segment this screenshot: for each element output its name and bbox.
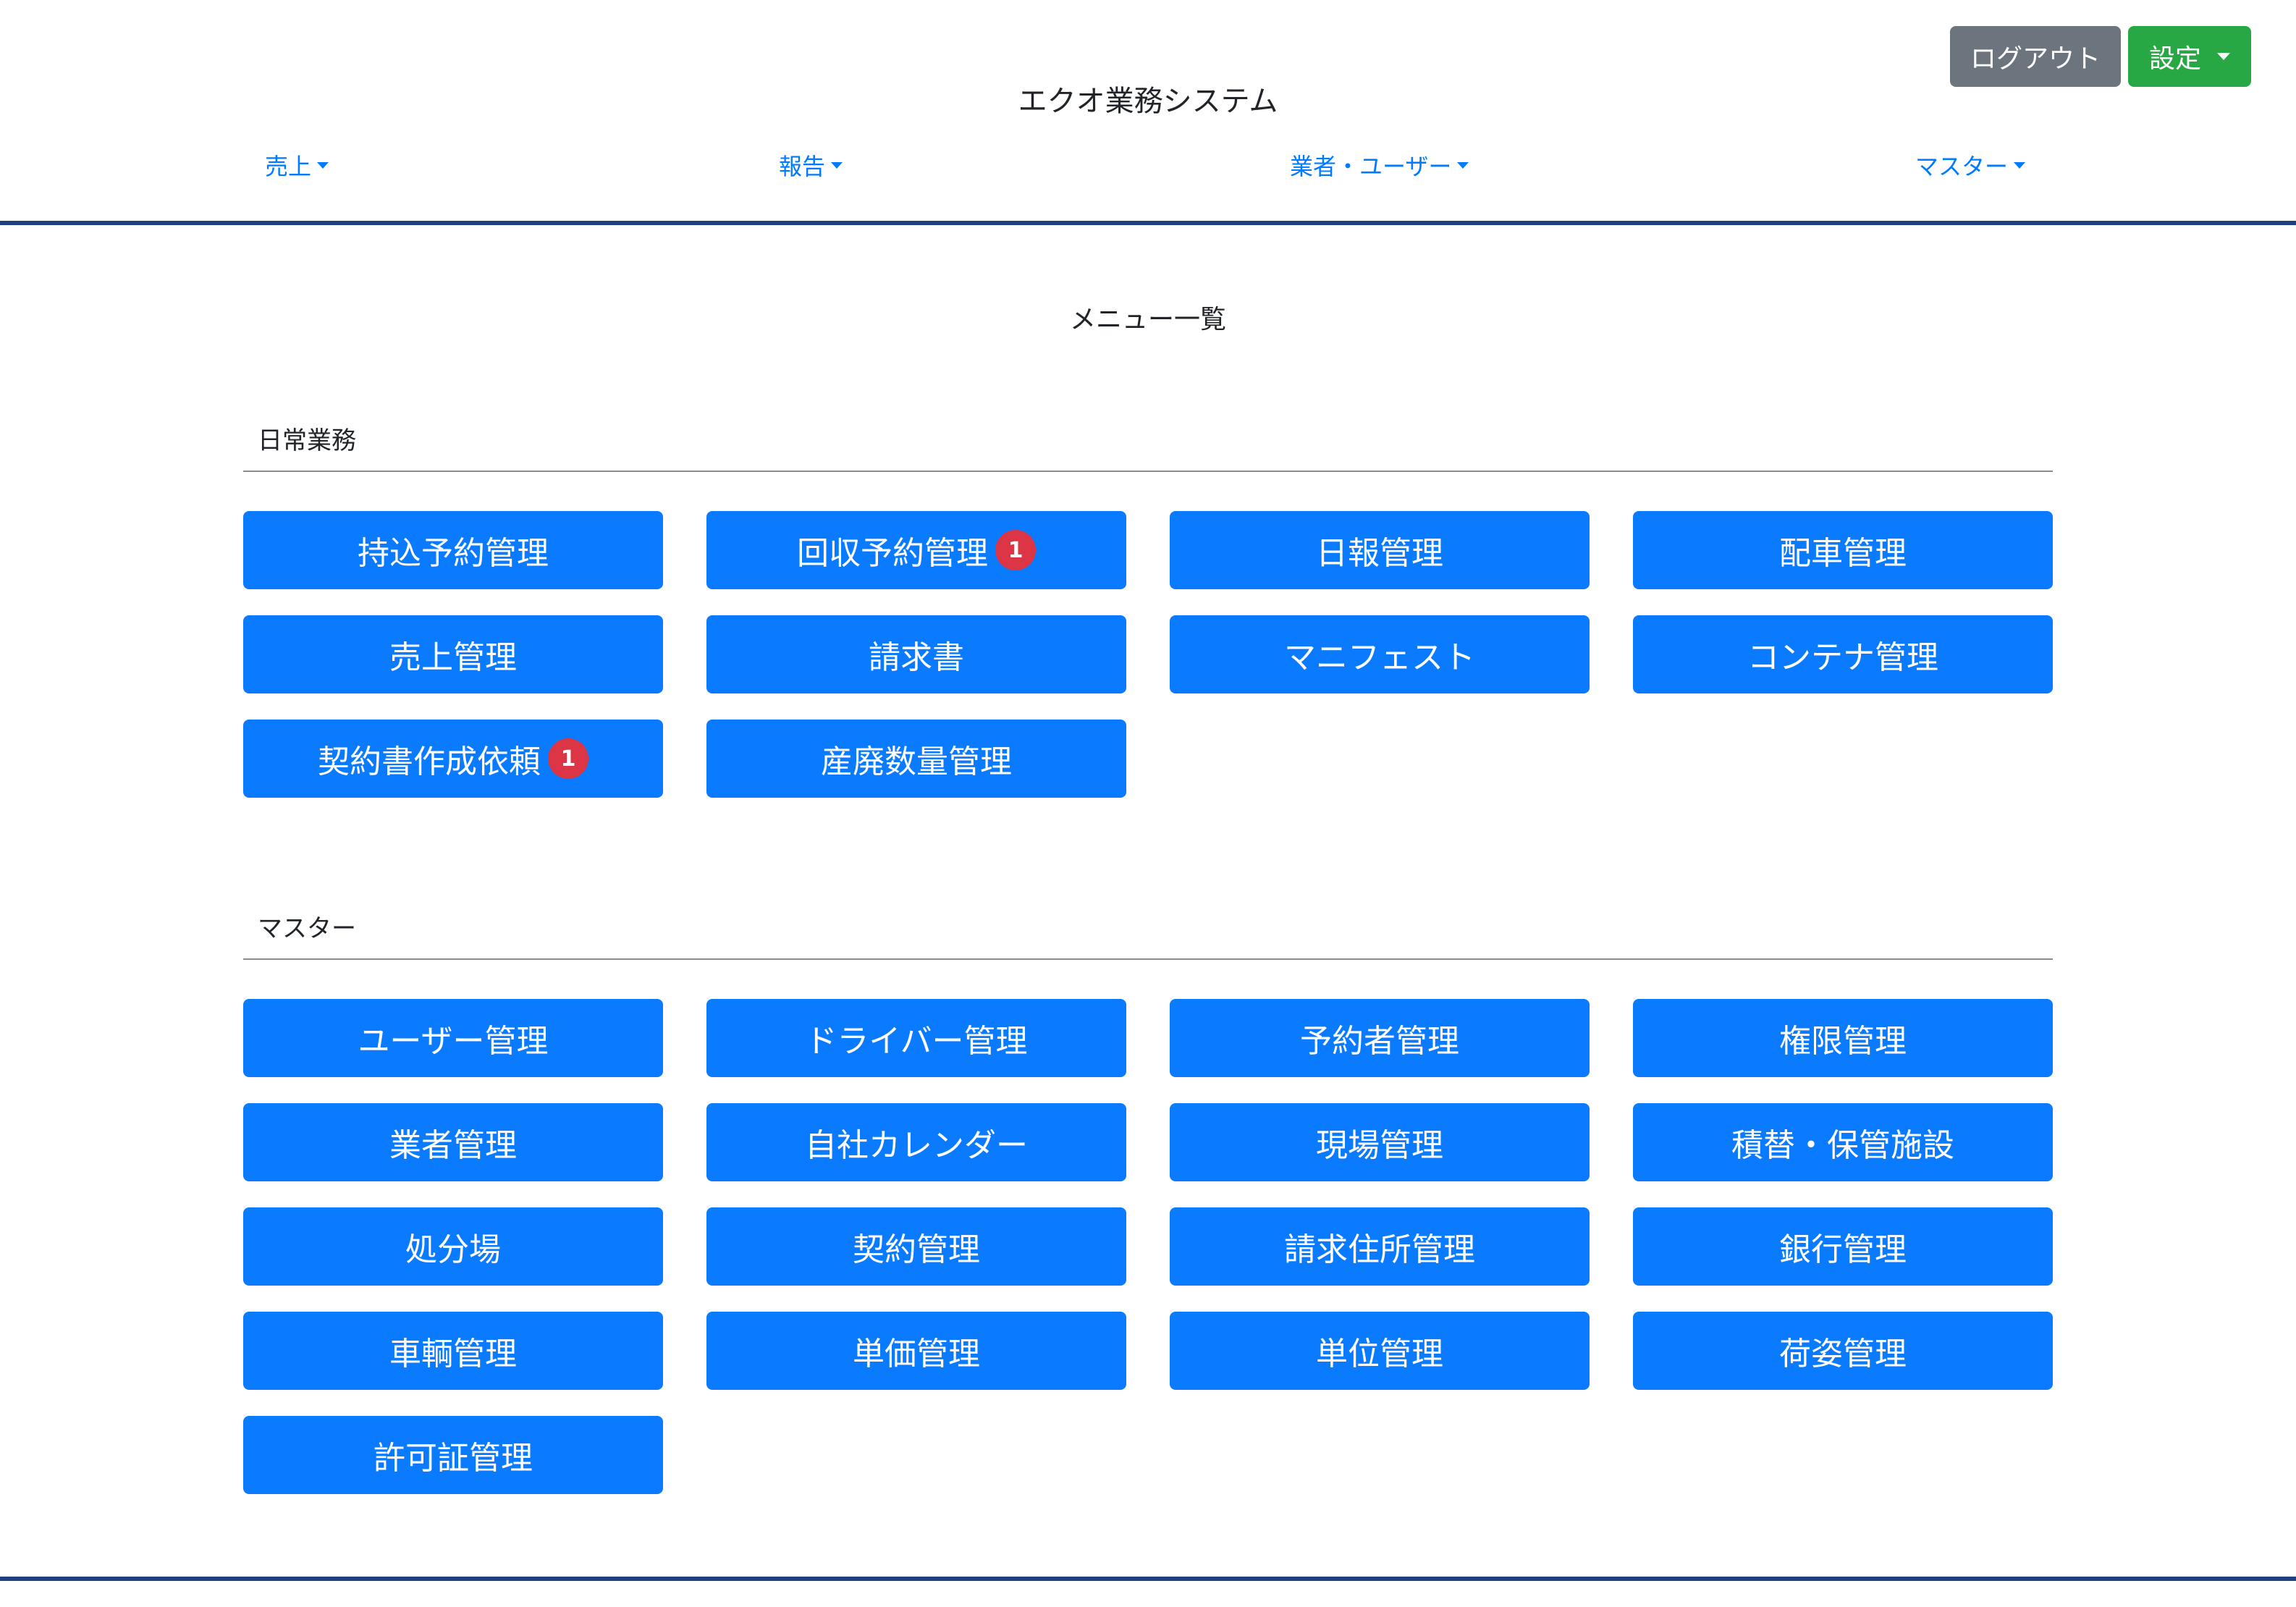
menu-button-label: 荷姿管理 bbox=[1779, 1336, 1907, 1372]
menu-button-driver[interactable]: ドライバー管理 bbox=[706, 999, 1126, 1077]
menu-button-unit[interactable]: 単位管理 bbox=[1170, 1312, 1590, 1390]
menu-button-vendor[interactable]: 業者管理 bbox=[243, 1103, 663, 1181]
top-actions: ログアウト 設定 bbox=[1950, 26, 2251, 87]
footer-divider bbox=[0, 1577, 2296, 1581]
menu-button-sales[interactable]: 売上管理 bbox=[243, 615, 663, 693]
menu-button-unit-price[interactable]: 単価管理 bbox=[706, 1312, 1126, 1390]
menu-button-industrial-waste-quantity[interactable]: 産廃数量管理 bbox=[706, 720, 1126, 798]
menu-button-label: 予約者管理 bbox=[1300, 1023, 1459, 1060]
nav-vendor-user-label: 業者・ユーザー bbox=[1290, 153, 1452, 180]
menu-button-contract-request[interactable]: 契約書作成依頼 1 bbox=[243, 720, 663, 798]
menu-button-vehicle[interactable]: 車輌管理 bbox=[243, 1312, 663, 1390]
menu-button-transfer-storage-facility[interactable]: 積替・保管施設 bbox=[1633, 1103, 2053, 1181]
menu-button-permit[interactable]: 許可証管理 bbox=[243, 1416, 663, 1494]
menu-button-label: 持込予約管理 bbox=[358, 535, 549, 572]
section-title-daily: 日常業務 bbox=[258, 426, 356, 455]
menu-button-manifest[interactable]: マニフェスト bbox=[1170, 615, 1590, 693]
menu-button-label: ユーザー管理 bbox=[358, 1023, 549, 1060]
menu-button-label: 車輌管理 bbox=[389, 1336, 517, 1372]
menu-button-label: 契約書作成依頼 bbox=[318, 743, 541, 780]
menu-button-carry-in-reservation[interactable]: 持込予約管理 bbox=[243, 511, 663, 589]
menu-button-company-calendar[interactable]: 自社カレンダー bbox=[706, 1103, 1126, 1181]
nav-report-label: 報告 bbox=[779, 153, 826, 180]
nav-sales-label: 売上 bbox=[265, 153, 312, 180]
section-title-master: マスター bbox=[258, 914, 356, 943]
menu-button-billing-address[interactable]: 請求住所管理 bbox=[1170, 1207, 1590, 1286]
menu-button-label: ドライバー管理 bbox=[805, 1023, 1028, 1060]
logout-button[interactable]: ログアウト bbox=[1950, 26, 2121, 87]
menu-button-disposal-site[interactable]: 処分場 bbox=[243, 1207, 663, 1286]
menu-button-packaging[interactable]: 荷姿管理 bbox=[1633, 1312, 2053, 1390]
menu-button-bank[interactable]: 銀行管理 bbox=[1633, 1207, 2053, 1286]
nav-master-dropdown[interactable]: マスター bbox=[1915, 145, 2026, 185]
menu-button-label: 現場管理 bbox=[1316, 1127, 1443, 1164]
settings-dropdown-button[interactable]: 設定 bbox=[2128, 26, 2251, 87]
menu-button-label: 回収予約管理 bbox=[797, 535, 988, 572]
menu-button-contract[interactable]: 契約管理 bbox=[706, 1207, 1126, 1286]
menu-button-container[interactable]: コンテナ管理 bbox=[1633, 615, 2053, 693]
app-header: ログアウト 設定 エクオ業務システム 売上 報告 業者・ユーザー マスター bbox=[0, 0, 2296, 225]
nav-master-label: マスター bbox=[1915, 153, 2009, 180]
caret-down-icon bbox=[831, 161, 843, 169]
menu-button-label: 単価管理 bbox=[853, 1336, 980, 1372]
menu-button-reserver[interactable]: 予約者管理 bbox=[1170, 999, 1590, 1077]
menu-button-label: 単位管理 bbox=[1316, 1336, 1443, 1372]
daily-menu-grid: 持込予約管理 回収予約管理 1 日報管理 配車管理 売上管理 請求書 マニフェス… bbox=[243, 511, 2053, 798]
menu-button-label: 業者管理 bbox=[389, 1127, 517, 1164]
menu-button-label: 銀行管理 bbox=[1779, 1231, 1907, 1268]
section-divider bbox=[243, 471, 2053, 472]
menu-button-label: 請求住所管理 bbox=[1284, 1231, 1475, 1268]
nav-sales-dropdown[interactable]: 売上 bbox=[265, 145, 329, 185]
caret-down-icon bbox=[2217, 53, 2230, 60]
caret-down-icon bbox=[2014, 161, 2026, 169]
menu-button-label: 配車管理 bbox=[1779, 535, 1907, 572]
menu-button-label: 契約管理 bbox=[853, 1231, 980, 1268]
menu-button-daily-report[interactable]: 日報管理 bbox=[1170, 511, 1590, 589]
menu-button-label: 売上管理 bbox=[389, 639, 517, 676]
app-title: エクオ業務システム bbox=[1018, 85, 1278, 118]
menu-button-label: マニフェスト bbox=[1284, 639, 1475, 676]
menu-button-label: 自社カレンダー bbox=[805, 1127, 1028, 1164]
notification-badge: 1 bbox=[995, 530, 1036, 570]
menu-button-permission[interactable]: 権限管理 bbox=[1633, 999, 2053, 1077]
menu-button-label: 権限管理 bbox=[1779, 1023, 1907, 1060]
menu-button-user[interactable]: ユーザー管理 bbox=[243, 999, 663, 1077]
page-heading: メニュー一覧 bbox=[1069, 305, 1226, 334]
menu-button-label: 日報管理 bbox=[1316, 535, 1443, 572]
section-divider bbox=[243, 958, 2053, 960]
caret-down-icon bbox=[1457, 161, 1469, 169]
menu-button-label: 請求書 bbox=[869, 639, 964, 676]
nav-report-dropdown[interactable]: 報告 bbox=[779, 145, 843, 185]
menu-button-label: 積替・保管施設 bbox=[1731, 1127, 1954, 1164]
menu-button-label: 許可証管理 bbox=[373, 1440, 533, 1477]
notification-badge: 1 bbox=[548, 738, 588, 779]
menu-button-collection-reservation[interactable]: 回収予約管理 1 bbox=[706, 511, 1126, 589]
menu-button-label: 産廃数量管理 bbox=[821, 743, 1012, 780]
menu-button-dispatch[interactable]: 配車管理 bbox=[1633, 511, 2053, 589]
nav-vendor-user-dropdown[interactable]: 業者・ユーザー bbox=[1290, 145, 1469, 185]
settings-label: 設定 bbox=[2148, 44, 2201, 74]
menu-button-invoice[interactable]: 請求書 bbox=[706, 615, 1126, 693]
caret-down-icon bbox=[317, 161, 329, 169]
menu-button-site[interactable]: 現場管理 bbox=[1170, 1103, 1590, 1181]
menu-button-label: 処分場 bbox=[405, 1231, 501, 1268]
master-menu-grid: ユーザー管理 ドライバー管理 予約者管理 権限管理 業者管理 自社カレンダー 現… bbox=[243, 999, 2053, 1494]
menu-button-label: コンテナ管理 bbox=[1747, 639, 1938, 676]
